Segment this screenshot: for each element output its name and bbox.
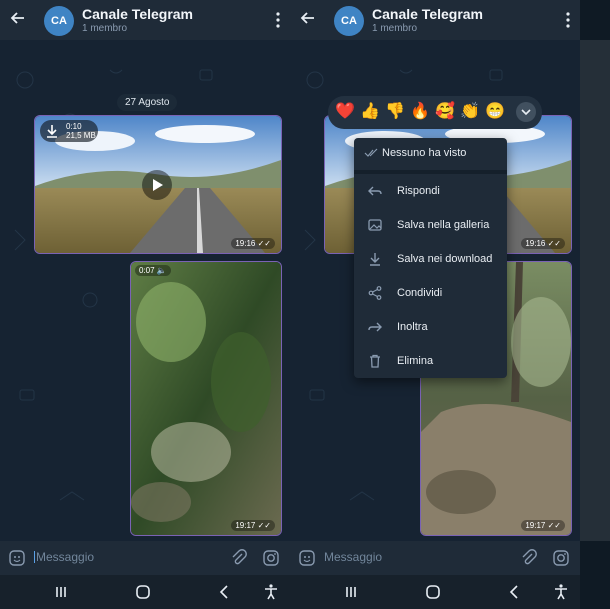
reaction-grin[interactable]: 😁 [484,101,506,123]
system-nav-bar [290,575,580,609]
message-time: 19:17 ✓✓ [521,520,565,531]
download-badge[interactable]: 0:10 21,5 MB [40,120,98,142]
gallery-icon [368,219,382,231]
message-time-text: 19:16 [525,239,546,248]
menu-item-label: Salva nei download [397,253,493,265]
speaker-icon: 🔈 [156,266,167,275]
menu-separator [354,170,507,174]
share-icon [368,286,382,300]
chat-header: CA Canale Telegram 1 membro [0,0,290,40]
chevron-down-icon [521,109,531,116]
channel-subtitle: 1 membro [372,23,418,34]
download-icon[interactable] [44,123,60,139]
back-arrow-icon[interactable] [10,10,26,26]
text-caret [34,551,35,563]
play-icon [153,179,163,191]
double-check-icon: ✓✓ [547,239,561,248]
recents-icon[interactable] [342,583,360,601]
instagram-camera-icon[interactable] [552,549,570,567]
accessibility-icon[interactable] [262,583,280,601]
reaction-clap[interactable]: 👏 [459,101,481,123]
menu-item-label: Condividi [397,287,443,299]
menu-item-label: Inoltra [397,321,428,333]
paperclip-icon[interactable] [520,549,538,567]
seen-status-label: Nessuno ha visto [382,147,467,159]
message-time: 19:16 ✓✓ [231,238,275,249]
channel-avatar[interactable]: CA [44,6,74,36]
message-time-text: 19:17 [525,521,546,530]
video-message-road[interactable]: 0:10 21,5 MB 19:16 ✓✓ [34,115,282,254]
message-input[interactable]: Messaggio [34,550,94,564]
reaction-love[interactable]: 🥰 [434,101,456,123]
double-check-icon [364,148,378,157]
menu-item-forward[interactable]: Inoltra [354,311,507,345]
menu-item-save-downloads[interactable]: Salva nei download [354,243,507,277]
message-composer: Messaggio [290,541,580,575]
video-duration: 0:10 [66,122,82,131]
chat-header: CA Canale Telegram 1 membro [290,0,580,40]
play-button[interactable] [142,170,172,200]
chat-panel-left: CA Canale Telegram 1 membro 27 Agosto 0:… [0,0,290,609]
message-time: 19:17 ✓✓ [231,520,275,531]
date-pill: 27 Agosto [117,94,178,111]
back-chevron-icon[interactable] [216,583,234,601]
emoji-icon[interactable] [8,549,26,567]
menu-item-label: Elimina [397,355,434,367]
reaction-thumbs-down[interactable]: 👎 [384,101,406,123]
more-options-icon[interactable] [566,12,570,28]
expand-reactions-button[interactable] [516,102,536,122]
message-input[interactable]: Messaggio [324,550,382,564]
menu-item-share[interactable]: Condividi [354,277,507,311]
instagram-camera-icon[interactable] [262,549,280,567]
home-icon[interactable] [424,583,442,601]
system-nav-bar [0,575,290,609]
emoji-icon[interactable] [298,549,316,567]
channel-title[interactable]: Canale Telegram [372,6,483,22]
menu-item-label: Rispondi [397,185,440,197]
message-input-placeholder: Messaggio [36,550,95,564]
recents-icon[interactable] [52,583,70,601]
channel-subtitle: 1 membro [82,23,128,34]
screenshot: CA Canale Telegram 1 membro 27 Agosto 0:… [0,0,610,609]
paperclip-icon[interactable] [230,549,248,567]
message-time: 19:16 ✓✓ [521,238,565,249]
reaction-fire[interactable]: 🔥 [409,101,431,123]
download-icon [370,253,380,266]
back-arrow-icon[interactable] [300,10,316,26]
double-check-icon: ✓✓ [257,239,271,248]
message-time-text: 19:16 [235,239,256,248]
reaction-thumbs-up[interactable]: 👍 [359,101,381,123]
reaction-heart[interactable]: ❤️ [334,101,356,123]
double-check-icon: ✓✓ [547,521,561,530]
video-size: 21,5 MB [66,131,96,140]
accessibility-icon[interactable] [552,583,570,601]
more-options-icon[interactable] [276,12,280,28]
double-check-icon: ✓✓ [257,521,271,530]
video-thumbnail-forest [131,262,281,535]
home-icon[interactable] [134,583,152,601]
video-duration: 0:07 🔈 [135,265,171,276]
video-duration-text: 0:07 [139,266,155,275]
chat-panel-right: CA Canale Telegram 1 membro 19:16 ✓✓ 19:… [290,0,580,609]
reply-icon [368,186,382,196]
menu-item-delete[interactable]: Elimina [354,345,507,379]
trash-icon [370,354,380,368]
back-chevron-icon[interactable] [506,583,524,601]
edge-strip [580,40,610,541]
forward-icon [368,322,382,332]
message-time-text: 19:17 [235,521,256,530]
video-message-forest[interactable]: 0:07 🔈 19:17 ✓✓ [130,261,282,536]
channel-title[interactable]: Canale Telegram [82,6,193,22]
menu-item-reply[interactable]: Rispondi [354,175,507,209]
menu-item-label: Salva nella galleria [397,219,490,231]
channel-avatar[interactable]: CA [334,6,364,36]
message-composer: Messaggio [0,541,290,575]
menu-item-save-gallery[interactable]: Salva nella galleria [354,209,507,243]
reaction-bar: ❤️ 👍 👎 🔥 🥰 👏 😁 [328,96,542,129]
seen-status: Nessuno ha visto [354,138,507,170]
context-menu: Nessuno ha visto Rispondi Salva nella ga… [354,138,507,378]
